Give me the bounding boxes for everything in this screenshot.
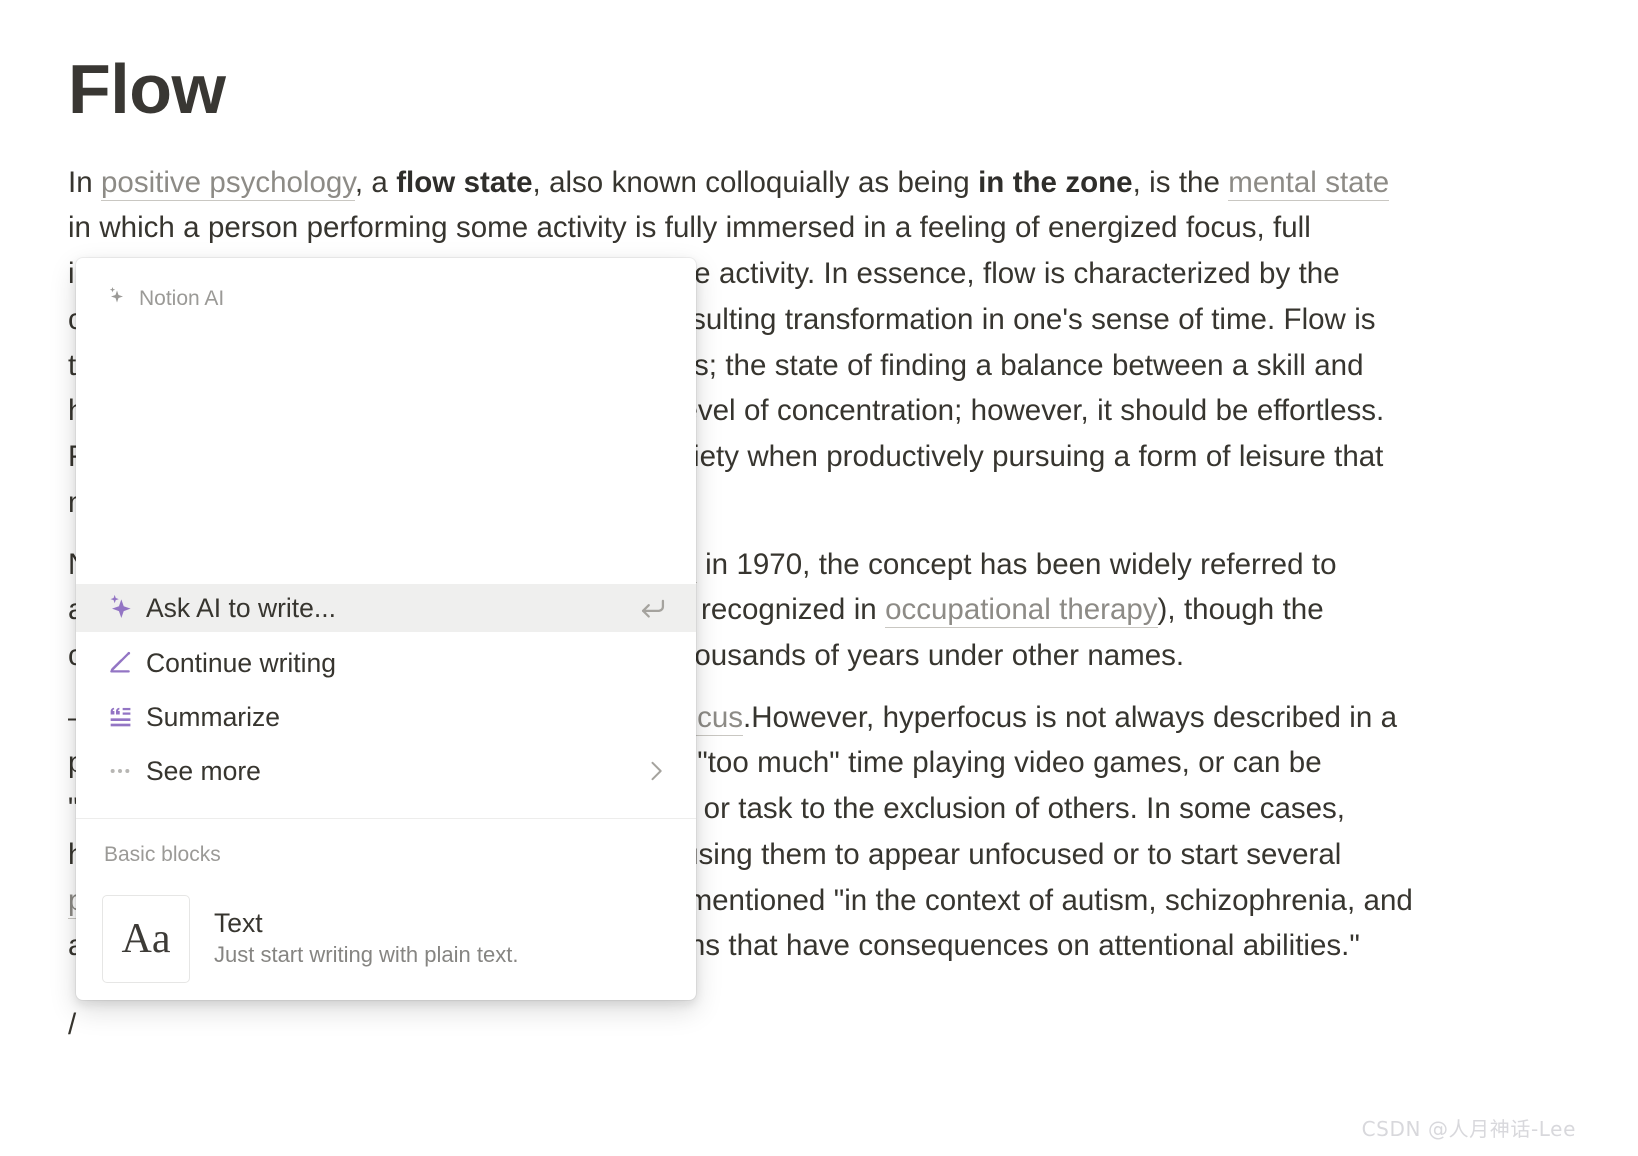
document-canvas: Flow In positive psychology, a flow stat… (0, 0, 1638, 1156)
menu-item-label: Ask AI to write... (146, 592, 336, 623)
slash-command-line[interactable]: / (68, 1002, 76, 1048)
body-text: , is the (1132, 165, 1229, 199)
csdn-watermark: CSDN @人月神话-Lee (1361, 1117, 1576, 1141)
menu-item-page-block[interactable]: Page Embed a sub-page inside this page. (76, 995, 696, 1000)
menu-item-label: See more (146, 755, 261, 786)
menu-item-label: Summarize (146, 701, 281, 732)
body-text: , a (354, 165, 397, 199)
sparkle-icon (104, 284, 128, 313)
menu-item-continue-writing[interactable]: Continue writing (76, 639, 696, 687)
chevron-right-icon (642, 757, 670, 785)
bold-text: flow state (396, 165, 533, 199)
block-meta: Text Just start writing with plain text. (190, 909, 518, 967)
ellipsis-icon (104, 755, 146, 787)
basic-blocks-section-header: Basic blocks (104, 843, 221, 866)
aa-text-icon: Aa (102, 894, 190, 983)
inline-link[interactable]: mental state (1228, 165, 1390, 201)
notion-ai-label: Notion AI (139, 286, 225, 310)
inline-link[interactable]: occupational therapy (885, 593, 1158, 629)
menu-item-label: Continue writing (146, 647, 337, 678)
body-text: , also known colloquially as being (532, 165, 979, 199)
menu-item-text-block[interactable]: Aa Text Just start writing with plain te… (76, 890, 696, 987)
slash-command-menu[interactable]: Notion AI Ask AI to write... Continue wr… (76, 258, 696, 1000)
page-title[interactable]: Flow (68, 52, 226, 127)
slash-menu-scroll-area[interactable]: Notion AI Ask AI to write... Continue wr… (76, 258, 696, 1000)
notion-ai-section-header: Notion AI (76, 284, 224, 313)
menu-item-see-more[interactable]: See more (76, 747, 696, 795)
sparkle-icon (104, 592, 146, 624)
block-description: Just start writing with plain text. (214, 942, 519, 968)
quote-lines-icon (104, 701, 146, 733)
menu-divider (76, 818, 696, 819)
bold-text: in the zone (978, 165, 1133, 199)
body-text: In (68, 165, 101, 199)
menu-item-summarize[interactable]: Summarize (76, 693, 696, 741)
enter-key-icon (636, 591, 670, 625)
inline-link[interactable]: positive psychology (101, 165, 355, 201)
block-title: Text (214, 908, 263, 939)
menu-item-ask-ai-to-write[interactable]: Ask AI to write... (76, 584, 696, 632)
pencil-icon (104, 647, 146, 679)
document-page-icon (102, 999, 190, 1000)
